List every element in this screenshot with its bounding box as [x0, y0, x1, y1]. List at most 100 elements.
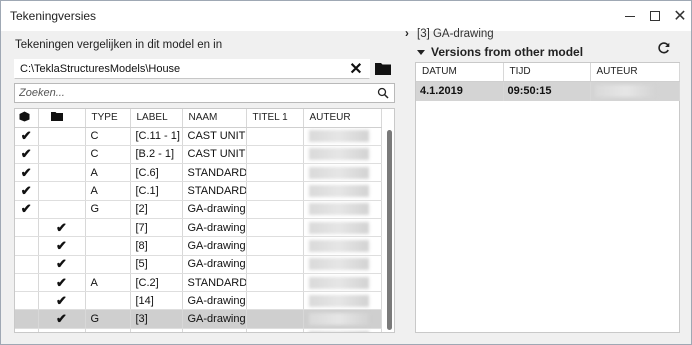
cell-label: [6] — [130, 328, 183, 332]
versions-heading[interactable]: Versions from other model — [417, 45, 583, 59]
column-datum[interactable]: DATUM — [416, 63, 504, 82]
cell-type: G — [85, 309, 131, 329]
check-other-model: ✔ — [38, 291, 86, 311]
table-row[interactable]: ✔ G [2] GA-drawing — [15, 200, 382, 219]
cell-naam: CAST UNIT — [182, 145, 247, 165]
drawings-scrollbar[interactable] — [386, 128, 394, 332]
cell-label: [3] — [130, 309, 183, 329]
drawings-grid: TYPE LABEL NAAM TITEL 1 AUTEUR ✔ C [C.11 -… — [14, 108, 395, 333]
table-row[interactable]: ✔ A [C.1] STANDARD — [15, 181, 382, 201]
check-other-model: ✔ — [38, 218, 86, 238]
cell-titel-1 — [246, 328, 304, 332]
cell-naam: STANDARD — [182, 181, 247, 201]
cell-auteur — [303, 291, 382, 311]
cell-type: G — [85, 200, 131, 219]
drawings-header-row: TYPE LABEL NAAM TITEL 1 AUTEUR — [15, 109, 382, 128]
cell-naam: GA-drawing — [182, 291, 247, 311]
clear-path-icon[interactable]: ✕ — [347, 60, 365, 78]
table-row[interactable]: ✔ [6]GA-drawing — [15, 328, 382, 332]
table-row[interactable]: ✔ A [C.2] STANDARD — [15, 273, 382, 293]
search-input[interactable] — [19, 86, 359, 100]
table-row[interactable]: ✔ [7] GA-drawing — [15, 218, 382, 238]
cell-naam: GA-drawing — [182, 218, 247, 238]
cell-label: [C.6] — [130, 163, 183, 183]
search-icon[interactable] — [377, 87, 389, 99]
table-row[interactable]: ✔ G [3] GA-drawing — [15, 309, 382, 329]
browse-folder-icon[interactable] — [375, 61, 391, 75]
redacted-author — [308, 166, 369, 179]
cell-type: C — [85, 127, 131, 146]
column-this-model[interactable] — [15, 109, 39, 128]
check-this-model — [15, 291, 39, 311]
cell-label: [8] — [130, 236, 183, 256]
version-row[interactable]: 4.1.2019 09:50:15 — [416, 81, 680, 101]
redacted-author — [308, 258, 369, 271]
redacted-author — [308, 130, 369, 143]
column-auteur[interactable]: AUTEUR — [303, 109, 382, 128]
check-this-model — [15, 255, 39, 274]
cell-titel-1 — [246, 218, 304, 238]
maximize-icon — [650, 11, 660, 21]
redacted-author — [308, 221, 369, 234]
close-button[interactable]: ✕ — [665, 1, 692, 31]
cell-titel-1 — [246, 291, 304, 311]
check-other-model: ✔ — [38, 309, 86, 329]
cell-auteur — [303, 236, 382, 256]
check-other-model — [38, 145, 86, 165]
table-row[interactable]: ✔ C [C.11 - 1] CAST UNIT — [15, 127, 382, 146]
cell-auteur — [303, 328, 382, 332]
collapse-triangle-icon[interactable] — [417, 50, 425, 56]
version-tijd: 09:50:15 — [503, 81, 591, 101]
refresh-icon[interactable] — [657, 41, 671, 55]
cell-type: A — [85, 163, 131, 183]
chevron-right-icon[interactable]: › — [405, 28, 417, 40]
cell-titel-1 — [246, 309, 304, 329]
cell-type: A — [85, 273, 131, 293]
check-this-model — [15, 309, 39, 329]
cell-auteur — [303, 255, 382, 274]
column-versions-auteur[interactable]: AUTEUR — [590, 63, 680, 82]
table-row[interactable]: ✔ [5] GA-drawing — [15, 255, 382, 274]
column-type[interactable]: TYPE — [85, 109, 131, 128]
cell-type — [85, 291, 131, 311]
check-other-model: ✔ — [38, 273, 86, 293]
cell-auteur — [303, 163, 382, 183]
check-other-model: ✔ — [38, 236, 86, 256]
scrollbar-thumb[interactable] — [387, 130, 392, 330]
cell-naam: STANDARD — [182, 273, 247, 293]
cell-naam: GA-drawing — [182, 309, 247, 329]
versions-table: DATUM TIJD AUTEUR 4.1.2019 09:50:15 — [416, 63, 680, 101]
column-other-model[interactable] — [38, 109, 86, 128]
cell-naam: CAST UNIT — [182, 127, 247, 146]
breadcrumb: › [3] GA-drawing — [405, 28, 494, 40]
table-row[interactable]: ✔ [14] GA-drawing — [15, 291, 382, 311]
breadcrumb-text: [3] GA-drawing — [417, 28, 494, 40]
versions-header-row: DATUM TIJD AUTEUR — [416, 63, 680, 82]
minimize-icon — [625, 15, 635, 17]
table-row[interactable]: ✔ [8] GA-drawing — [15, 236, 382, 256]
table-row[interactable]: ✔ A [C.6] STANDARD — [15, 163, 382, 183]
cell-label: [B.2 - 1] — [130, 145, 183, 165]
cell-label: [C.2] — [130, 273, 183, 293]
redacted-author — [308, 239, 369, 252]
check-other-model: ✔ — [38, 255, 86, 274]
model-path-input[interactable] — [14, 59, 370, 79]
versions-grid: DATUM TIJD AUTEUR 4.1.2019 09:50:15 — [415, 62, 680, 333]
table-row[interactable]: ✔ C [B.2 - 1] CAST UNIT — [15, 145, 382, 165]
cell-naam: STANDARD — [182, 163, 247, 183]
column-naam[interactable]: NAAM — [182, 109, 247, 128]
column-label[interactable]: LABEL — [130, 109, 183, 128]
column-titel-1[interactable]: TITEL 1 — [246, 109, 304, 128]
cell-auteur — [303, 200, 382, 219]
check-other-model: ✔ — [38, 328, 86, 332]
column-tijd[interactable]: TIJD — [503, 63, 591, 82]
cell-titel-1 — [246, 255, 304, 274]
cell-auteur — [303, 145, 382, 165]
check-other-model — [38, 200, 86, 219]
check-this-model: ✔ — [15, 200, 39, 219]
check-this-model — [15, 273, 39, 293]
check-this-model: ✔ — [15, 181, 39, 201]
redacted-author — [308, 276, 369, 289]
cell-titel-1 — [246, 236, 304, 256]
search-box — [14, 83, 395, 103]
